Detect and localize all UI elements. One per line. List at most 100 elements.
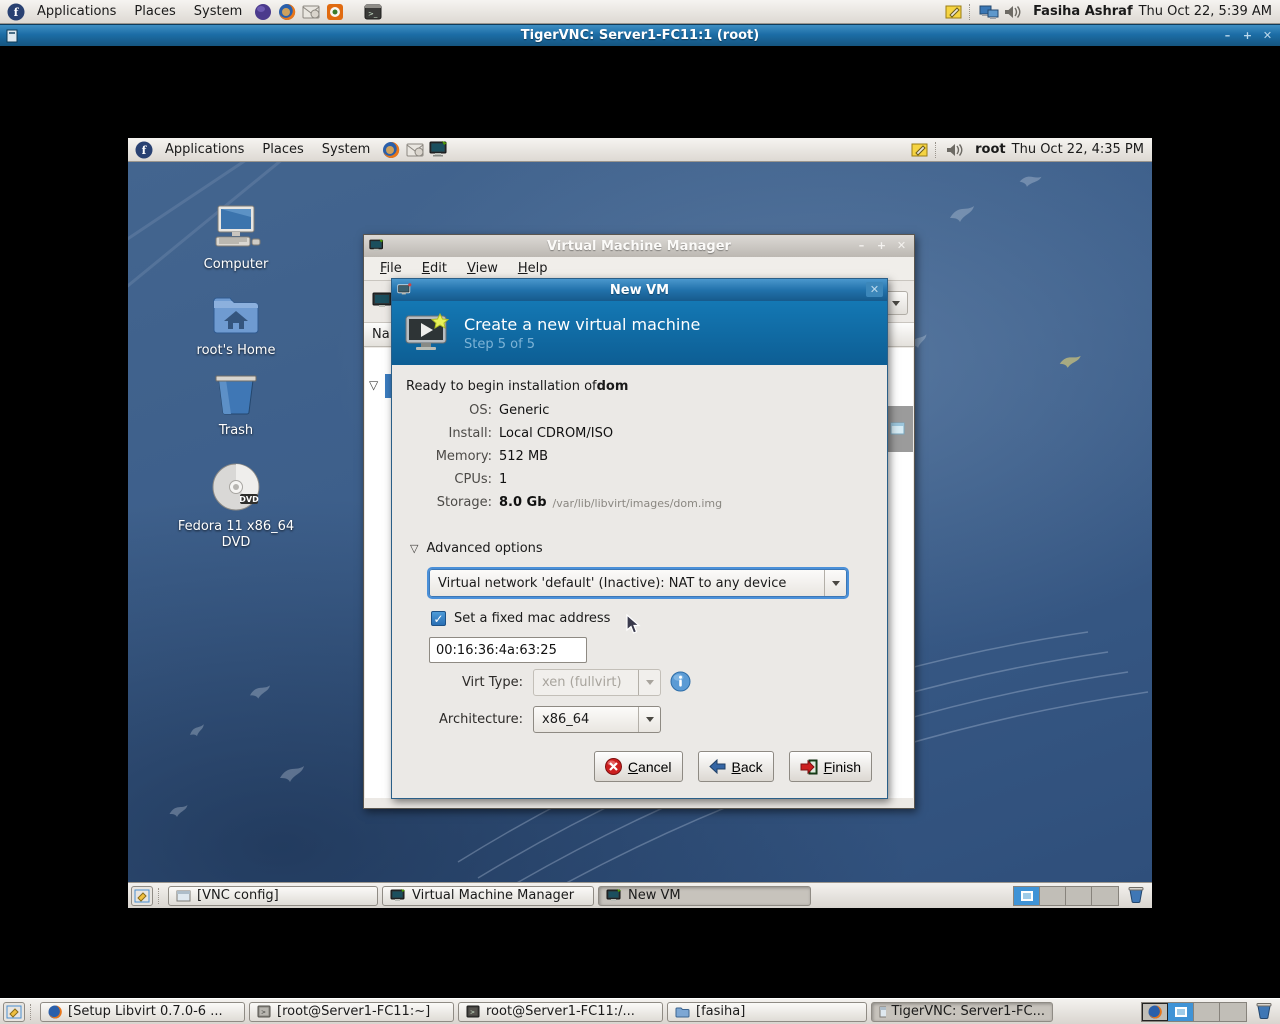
task-root-terminal-1[interactable]: > [root@Server1-FC11:~] <box>249 1001 454 1022</box>
advanced-options-expander[interactable]: ▽ Advanced options <box>410 541 543 556</box>
guest-show-desktop-button[interactable] <box>131 885 153 906</box>
fixed-mac-checkbox-row[interactable]: Set a fixed mac address <box>431 611 610 626</box>
network-select[interactable]: Virtual network 'default' (Inactive): NA… <box>427 567 849 599</box>
desktop-icon-trash[interactable]: Trash <box>166 370 306 439</box>
host-menu-system[interactable]: System <box>185 3 251 21</box>
guest-workspace-switcher <box>1013 885 1119 906</box>
advanced-options-label: Advanced options <box>426 541 543 556</box>
virt-manager-icon[interactable] <box>429 140 449 160</box>
mac-address-input[interactable] <box>429 637 587 663</box>
mail-icon[interactable] <box>405 140 425 160</box>
firefox-icon[interactable] <box>277 2 297 22</box>
host-show-desktop-button[interactable] <box>3 1001 25 1022</box>
host-menu-applications[interactable]: Applications <box>28 3 125 21</box>
svg-text:>: > <box>470 1009 475 1016</box>
architecture-select[interactable]: x86_64 <box>533 706 661 733</box>
task-new-vm[interactable]: New VM <box>598 885 811 906</box>
workspace-1[interactable] <box>1142 1002 1168 1021</box>
guest-menu-applications[interactable]: Applications <box>156 141 253 159</box>
vmm-menu-file[interactable]: File <box>370 259 412 278</box>
volume-icon[interactable] <box>945 140 965 160</box>
host-clock[interactable]: Thu Oct 22, 5:39 AM <box>1139 4 1272 19</box>
network-monitor-icon[interactable] <box>979 2 999 22</box>
summary-row-install: Install: Local CDROM/ISO <box>448 426 614 441</box>
vnc-maximize-button[interactable]: + <box>1239 28 1256 43</box>
info-icon[interactable] <box>670 671 691 696</box>
workspace-3[interactable] <box>1066 886 1092 905</box>
monitor-icon <box>606 889 621 901</box>
guest-user-name[interactable]: root <box>975 142 1006 157</box>
fedora-logo-icon[interactable]: f <box>6 2 26 22</box>
desktop-icon-computer[interactable]: Computer <box>166 204 306 273</box>
task-root-terminal-2[interactable]: > root@Server1-FC11:/... <box>458 1001 663 1022</box>
vmm-selected-row-fragment <box>887 406 913 452</box>
fixed-mac-checkbox[interactable] <box>431 611 446 626</box>
desktop-icon-fedora-dvd[interactable]: DVD Fedora 11 x86_64 DVD <box>166 462 306 552</box>
new-vm-titlebar[interactable]: New VM ✕ <box>392 279 887 301</box>
guest-menu-system[interactable]: System <box>313 141 379 159</box>
media-player-icon[interactable] <box>325 2 345 22</box>
vmm-row-expander[interactable]: ▽ <box>369 378 378 392</box>
vmm-menu-view[interactable]: View <box>457 259 508 278</box>
network-select-arrow[interactable] <box>824 570 846 596</box>
vmm-minimize-button[interactable]: – <box>853 238 870 253</box>
architecture-select-arrow[interactable] <box>638 707 660 732</box>
workspace-1[interactable] <box>1014 886 1040 905</box>
vmm-menu-help[interactable]: Help <box>508 259 558 278</box>
summary-row-cpus: CPUs: 1 <box>454 472 508 487</box>
dialog-buttons: Cancel Back Finish <box>593 751 872 782</box>
firefox-mini-icon <box>1148 1004 1162 1018</box>
window-icon <box>176 890 191 901</box>
host-workspace-switcher <box>1141 1001 1247 1022</box>
vmm-menu-edit[interactable]: Edit <box>412 259 457 278</box>
mail-icon[interactable] <box>301 2 321 22</box>
workspace-3[interactable] <box>1194 1002 1220 1021</box>
workspace-4[interactable] <box>1092 886 1118 905</box>
host-menu-places[interactable]: Places <box>125 3 184 21</box>
workspace-4[interactable] <box>1220 1002 1246 1021</box>
vmm-close-button[interactable]: ✕ <box>893 238 910 253</box>
vnc-window-titlebar[interactable]: TigerVNC: Server1-FC11:1 (root) – + ✕ <box>0 24 1280 46</box>
svg-text:>_: >_ <box>368 10 378 18</box>
vmm-titlebar[interactable]: Virtual Machine Manager – + ✕ <box>364 235 914 257</box>
task-setup-libvirt[interactable]: [Setup Libvirt 0.7.0-6 ... <box>40 1001 245 1022</box>
guest-clock[interactable]: Thu Oct 22, 4:35 PM <box>1012 142 1144 157</box>
fixed-mac-label: Set a fixed mac address <box>454 611 611 626</box>
eclipse-icon[interactable] <box>253 2 273 22</box>
back-arrow-icon <box>708 759 725 774</box>
storage-path: /var/lib/libvirt/images/dom.img <box>552 497 723 510</box>
vmm-window-title: Virtual Machine Manager <box>547 238 731 254</box>
virt-type-select[interactable]: xen (fullvirt) <box>533 669 661 696</box>
finish-button[interactable]: Finish <box>788 751 872 782</box>
vmm-window-icon <box>369 239 384 251</box>
svg-text:>: > <box>261 1009 266 1016</box>
task-vnc-config[interactable]: [VNC config] <box>168 885 378 906</box>
task-tigervnc[interactable]: TigerVNC: Server1-FC... <box>871 1001 1053 1022</box>
workspace-2[interactable] <box>1040 886 1066 905</box>
notes-applet-icon[interactable] <box>910 140 930 160</box>
host-trash-applet-icon[interactable] <box>1255 1001 1273 1023</box>
back-button[interactable]: Back <box>697 751 774 782</box>
desktop-icon-home[interactable]: root's Home <box>166 294 306 359</box>
vnc-close-button[interactable]: ✕ <box>1259 28 1276 43</box>
notes-applet-icon[interactable] <box>944 2 964 22</box>
virt-type-label: Virt Type: <box>461 675 523 690</box>
firefox-icon[interactable] <box>381 140 401 160</box>
vnc-minimize-button[interactable]: – <box>1219 28 1236 43</box>
vmm-maximize-button[interactable]: + <box>873 238 890 253</box>
task-fasiha-folder[interactable]: [fasiha] <box>667 1001 867 1022</box>
terminal-icon[interactable]: >_ <box>363 2 383 22</box>
volume-icon[interactable] <box>1003 2 1023 22</box>
cancel-button[interactable]: Cancel <box>593 751 683 782</box>
guest-menu-places[interactable]: Places <box>253 141 312 159</box>
new-vm-window-icon <box>397 283 412 295</box>
fedora-logo-icon[interactable]: f <box>134 140 154 160</box>
host-user-name[interactable]: Fasiha Ashraf <box>1033 4 1133 19</box>
header-title: Create a new virtual machine <box>464 314 701 334</box>
task-virtual-machine-manager[interactable]: Virtual Machine Manager <box>382 885 594 906</box>
guest-trash-applet-icon[interactable] <box>1127 885 1145 907</box>
workspace-2[interactable] <box>1168 1002 1194 1021</box>
new-vm-body: Ready to begin installation of dom OS: G… <box>392 365 887 798</box>
new-vm-close-button[interactable]: ✕ <box>866 282 883 297</box>
screen: f Applications Places System >_ Fasiha A… <box>0 0 1280 1024</box>
